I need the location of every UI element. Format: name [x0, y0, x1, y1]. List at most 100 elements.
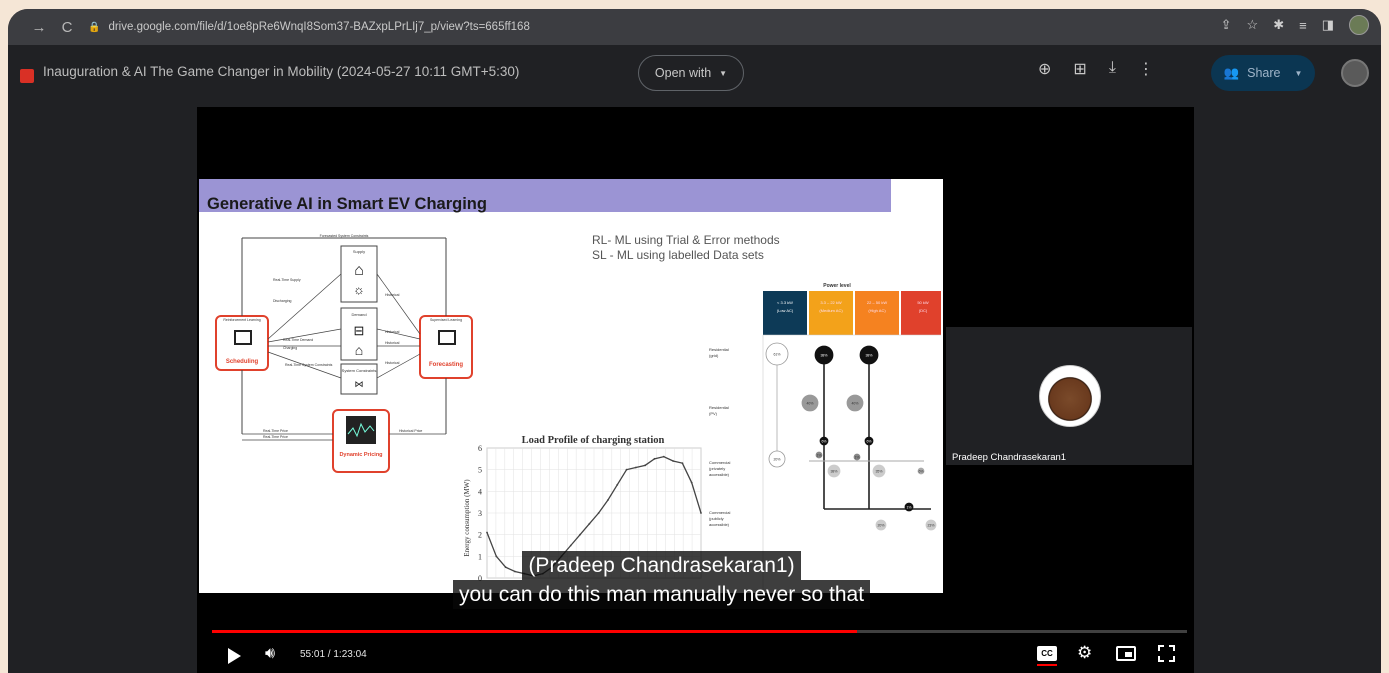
- scheduling-label: Scheduling: [226, 359, 259, 365]
- tower-icon: ⌂: [354, 262, 364, 279]
- data-point: [588, 522, 591, 525]
- y-tick-label: 2: [478, 531, 482, 540]
- share-circle-label: 38%: [830, 469, 837, 473]
- share-circle-label: 23%: [927, 523, 934, 527]
- row-label: (grid): [709, 353, 719, 358]
- forward-icon[interactable]: →: [30, 19, 48, 36]
- share-circle-label: 6%: [866, 439, 871, 443]
- chart-title: Load Profile of charging station: [522, 435, 665, 446]
- row-label: Residential: [709, 405, 729, 410]
- browser-actions: ⇪ ☆ ✱ ≡ ◨: [1221, 15, 1369, 35]
- seek-bar[interactable]: [212, 630, 1187, 633]
- address-bar[interactable]: 🔒 drive.google.com/file/d/1oe8pRe6WnqI8S…: [88, 15, 1188, 39]
- captions-overlay: (Pradeep Chandrasekaran1) you can do thi…: [453, 551, 871, 609]
- arrow-label: Real-Time Supply: [273, 278, 301, 282]
- side-panel-icon[interactable]: ◨: [1322, 17, 1334, 33]
- arrow-label: Real-Time Price: [263, 435, 288, 439]
- power-level-label: < 3.3 kW: [777, 300, 793, 305]
- arrow-label: Charging: [283, 346, 297, 350]
- y-tick-label: 3: [478, 509, 482, 518]
- arrow-label: Real-Time System Constraints: [285, 363, 333, 367]
- data-point: [569, 544, 572, 547]
- supervised-label: Supervised Learning: [430, 318, 462, 322]
- browser-toolbar: → C 🔒 drive.google.com/file/d/1oe8pRe6Wn…: [8, 9, 1381, 45]
- share-page-icon[interactable]: ⇪: [1221, 17, 1232, 33]
- seek-bar-played: [212, 630, 858, 633]
- reload-icon[interactable]: C: [58, 19, 76, 36]
- share-circle-label: 1%: [906, 505, 911, 509]
- note-sl: SL - ML using labelled Data sets: [592, 248, 764, 262]
- power-level-label: (Medium AC): [819, 308, 843, 313]
- share-circle-label: 20%: [773, 457, 780, 461]
- power-level-header: [901, 291, 941, 335]
- open-with-button[interactable]: Open with ▼: [638, 55, 744, 91]
- monitor-icon: [438, 330, 456, 345]
- participant-name: Pradeep Chandrasekaran1: [952, 452, 1067, 463]
- more-options-icon[interactable]: ⋮: [1138, 59, 1154, 79]
- supply-label: Supply: [353, 249, 365, 254]
- miniplayer-icon[interactable]: [1116, 646, 1136, 661]
- add-comment-icon[interactable]: ⊞: [1073, 59, 1086, 79]
- house-icon: ⌂: [355, 342, 363, 358]
- row-label: (publicly: [709, 516, 724, 521]
- player-controls: 🔊︎ 55:01 / 1:23:04 CC ⚙: [197, 639, 1194, 673]
- demand-label: Demand: [351, 312, 366, 317]
- power-level-label: 22 – 50 kW: [867, 300, 887, 305]
- arrow-label: Historical: [385, 330, 400, 334]
- power-level-header: [763, 291, 807, 335]
- share-button[interactable]: 👥 Share ▼: [1211, 55, 1315, 91]
- share-circle-label: 6%: [918, 469, 923, 473]
- arrow-label: Historical: [385, 361, 400, 365]
- grid-icon: ⋈: [355, 379, 364, 389]
- share-circle-label: 61%: [773, 352, 780, 356]
- forecasting-box: [419, 315, 473, 379]
- screen-frame: → C 🔒 drive.google.com/file/d/1oe8pRe6Wn…: [8, 9, 1381, 673]
- captions-button[interactable]: CC: [1037, 646, 1057, 661]
- chevron-down-icon: ▼: [1294, 68, 1303, 78]
- arrow-label: Historical Price: [399, 429, 422, 433]
- drive-actions: ⊕ ⊞ ⤓ ⋮: [1038, 59, 1154, 79]
- arrow-label: Real-Time Price: [263, 429, 288, 433]
- car-icon: ⊟: [354, 323, 365, 338]
- add-shortcut-icon[interactable]: ⊕: [1038, 59, 1051, 79]
- row-label: Residential: [709, 347, 729, 352]
- y-tick-label: 5: [478, 466, 482, 475]
- video-player[interactable]: Generative AI in Smart EV Charging RL- M…: [197, 107, 1194, 673]
- constraints-label: System Constraints: [342, 368, 377, 373]
- participant-avatar: [1039, 365, 1101, 427]
- volume-icon[interactable]: 🔊︎: [265, 645, 275, 663]
- play-icon[interactable]: [228, 648, 241, 664]
- settings-gear-icon[interactable]: ⚙: [1077, 643, 1092, 663]
- account-avatar[interactable]: [1341, 59, 1369, 87]
- row-label: (PV): [709, 411, 718, 416]
- row-label: accessible): [709, 522, 730, 527]
- extensions-icon[interactable]: ✱: [1273, 17, 1284, 33]
- arrow-label: Discharging: [273, 299, 292, 303]
- download-icon[interactable]: ⤓: [1109, 59, 1116, 79]
- caption-speaker: (Pradeep Chandrasekaran1): [522, 551, 801, 580]
- y-axis-label: Energy consumption (MW): [463, 479, 471, 557]
- open-with-label: Open with: [654, 66, 712, 80]
- row-label: Commercial: [709, 510, 730, 515]
- data-point: [700, 512, 702, 514]
- bookmark-star-icon[interactable]: ☆: [1247, 17, 1259, 33]
- fullscreen-icon[interactable]: [1158, 645, 1175, 662]
- reinforcement-label: Reinforcement Learning: [223, 318, 260, 322]
- slide-title: Generative AI in Smart EV Charging: [207, 195, 487, 213]
- drive-header: Inauguration & AI The Game Changer in Mo…: [8, 45, 1381, 107]
- row-label: (privately: [709, 466, 725, 471]
- power-level-header: [809, 291, 853, 335]
- caption-text: you can do this man manually never so th…: [453, 580, 871, 609]
- price-chart-icon: [346, 416, 376, 444]
- file-title: Inauguration & AI The Game Changer in Mo…: [43, 64, 520, 79]
- reading-list-icon[interactable]: ≡: [1299, 18, 1307, 33]
- participant-tile[interactable]: Pradeep Chandrasekaran1: [946, 327, 1192, 465]
- power-level-label: (DC): [919, 308, 928, 313]
- share-circle-label: 1%: [854, 455, 859, 459]
- profile-avatar[interactable]: [1349, 15, 1369, 35]
- share-circle-label: 1%: [816, 453, 821, 457]
- share-circle-label: 40%: [806, 401, 813, 405]
- forecast-arrow-label: Forecasted System Constraints: [320, 234, 369, 238]
- slide-notes: RL- ML using Trial & Error methods SL - …: [592, 233, 780, 263]
- share-circle-label: 35%: [875, 469, 882, 473]
